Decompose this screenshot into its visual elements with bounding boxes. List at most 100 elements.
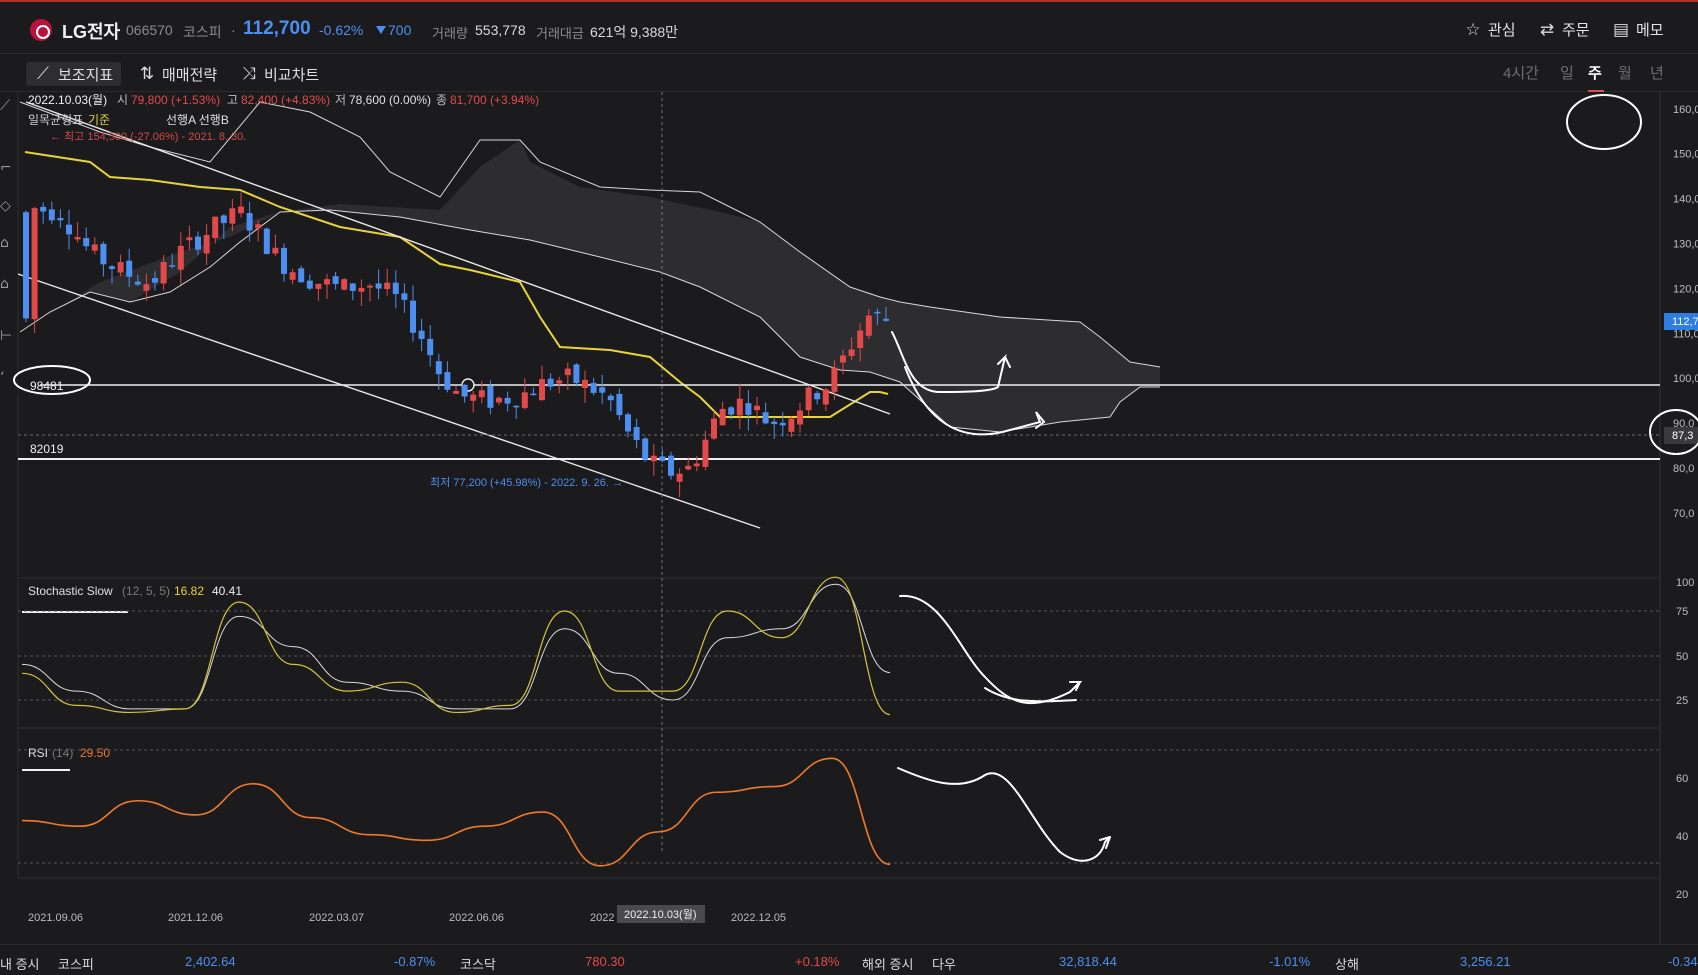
- kospi-label[interactable]: 코스피: [58, 954, 94, 973]
- stock-name[interactable]: LG전자: [62, 18, 120, 44]
- shanghai-label[interactable]: 상해: [1335, 954, 1359, 973]
- candle-body: [341, 279, 348, 290]
- candle-body: [719, 408, 726, 426]
- candle-body: [57, 218, 64, 221]
- candle-body: [31, 208, 38, 320]
- ichimoku-base-label: 기준: [88, 113, 110, 127]
- candle-body: [246, 212, 253, 231]
- candle-body: [487, 385, 494, 408]
- candle-body: [435, 361, 442, 375]
- volume-value: 553,778: [475, 22, 526, 38]
- dow-value: 32,818.44: [1059, 954, 1117, 969]
- candle-body: [263, 228, 270, 255]
- stochastic-label[interactable]: Stochastic Slow: [28, 584, 113, 598]
- compare-label: 비교차트: [264, 66, 320, 84]
- svg-text:⌂: ⌂: [0, 276, 9, 292]
- candle-body: [220, 215, 227, 224]
- rsi-line: [21, 757, 891, 867]
- candle-body: [212, 216, 219, 239]
- order-label: 주문: [1562, 22, 1590, 39]
- stoch-axis-75: 75: [1676, 606, 1688, 618]
- kosdaq-pct: +0.18%: [795, 954, 840, 969]
- candle-body: [883, 318, 889, 321]
- price-axis-label: 130,0: [1673, 238, 1698, 250]
- candle-body: [865, 315, 872, 336]
- candle-body: [48, 209, 55, 221]
- price-axis-label: 140,0: [1673, 194, 1698, 206]
- candle-body: [306, 280, 313, 289]
- memo-label: 메모: [1636, 22, 1664, 39]
- period-month[interactable]: 월: [1618, 62, 1632, 83]
- market-name: 코스피: [183, 24, 222, 40]
- candle-body: [152, 278, 158, 283]
- period-4h[interactable]: 4시간: [1503, 62, 1539, 83]
- sort-arrows-icon: ⇅: [139, 64, 155, 83]
- candle-body: [530, 393, 537, 396]
- max-price-note: ← 최고 154,500 (-27.06%) - 2021. 8. 30.: [50, 130, 246, 143]
- ohlc-high: 82,400 (+4.83%): [241, 93, 330, 107]
- candle-body: [109, 266, 115, 269]
- ohlc-close-label: 종: [436, 93, 447, 107]
- candle-body: [745, 403, 752, 415]
- indicators-button[interactable]: ⟋ 보조지표: [26, 62, 122, 86]
- candle-body: [160, 262, 167, 284]
- price-axis-label: 120,0: [1673, 283, 1698, 295]
- kosdaq-label[interactable]: 코스닥: [460, 954, 496, 973]
- swap-arrows-icon: ⇄: [1539, 19, 1555, 39]
- dow-pct: -1.01%: [1269, 954, 1311, 969]
- candle-body: [513, 405, 520, 408]
- rsi-value: 29.50: [80, 746, 110, 760]
- price-chart[interactable]: ⟋ ⌐ ◇ ⌂ ⌂ ⊢ ʼ 2022.10.03(월) 시 79,800 (+1…: [0, 92, 1698, 944]
- kospi-value: 2,402.64: [185, 954, 236, 969]
- watch-button[interactable]: ☆ 관심: [1464, 19, 1515, 40]
- stochastic-k-value: 16.82: [174, 584, 204, 598]
- strategy-button[interactable]: ⇅ 매매전략: [138, 62, 217, 86]
- candle-body: [238, 206, 244, 214]
- dow-label[interactable]: 다우: [932, 954, 956, 973]
- candle-body: [728, 407, 735, 415]
- candle-body: [573, 364, 580, 384]
- candle-body: [762, 412, 769, 424]
- candle-body: [126, 260, 133, 277]
- period-day[interactable]: 일: [1560, 62, 1574, 83]
- rsi-forecast-curve: [897, 767, 1111, 862]
- candle-body: [195, 236, 201, 250]
- separator: ·: [231, 22, 236, 38]
- candle-body: [625, 414, 631, 432]
- compare-button[interactable]: ⤨ 비교차트: [240, 62, 319, 86]
- change-percent: -0.62%: [319, 22, 364, 38]
- period-year[interactable]: 년: [1650, 62, 1664, 83]
- memo-button[interactable]: ▤ 메모: [1612, 19, 1664, 40]
- amount-label: 거래대금: [536, 26, 584, 41]
- amount-value: 621억 9,388만: [590, 24, 679, 40]
- period-week[interactable]: 주: [1588, 62, 1602, 83]
- candle-body: [177, 245, 184, 270]
- candle-body: [134, 281, 141, 285]
- price-axis-label: 150,0: [1673, 149, 1698, 161]
- ohlc-low: 78,600 (0.00%): [349, 93, 431, 107]
- candle-body: [521, 392, 528, 408]
- ohlc-high-label: 고: [227, 93, 238, 107]
- price-axis-label: 70,0: [1673, 508, 1694, 520]
- shanghai-value: 3,256.21: [1460, 954, 1511, 969]
- candle-body: [668, 455, 674, 476]
- candle-body: [650, 455, 657, 462]
- candle-body: [848, 349, 855, 356]
- rsi-axis-40: 40: [1676, 831, 1688, 843]
- line-chart-icon: ⟋: [37, 64, 49, 83]
- candle-body: [100, 243, 107, 265]
- memo-icon: ▤: [1612, 19, 1630, 39]
- stochastic-d-line: [21, 583, 891, 710]
- order-button[interactable]: ⇄ 주문: [1538, 19, 1590, 40]
- candle-body: [298, 268, 305, 283]
- svg-text:ʼ: ʼ: [0, 370, 4, 386]
- ichimoku-label[interactable]: 일목균형표: [28, 113, 83, 127]
- candle-body: [685, 465, 692, 470]
- ohlc-open-label: 시: [117, 93, 128, 107]
- candle-body: [186, 237, 193, 241]
- candle-body: [814, 393, 821, 400]
- min-price-note: 최저 77,200 (+45.98%) - 2022. 9. 26. →: [430, 476, 623, 489]
- candle-body: [659, 456, 666, 461]
- candle-body: [470, 394, 477, 401]
- rsi-label[interactable]: RSI: [28, 746, 48, 760]
